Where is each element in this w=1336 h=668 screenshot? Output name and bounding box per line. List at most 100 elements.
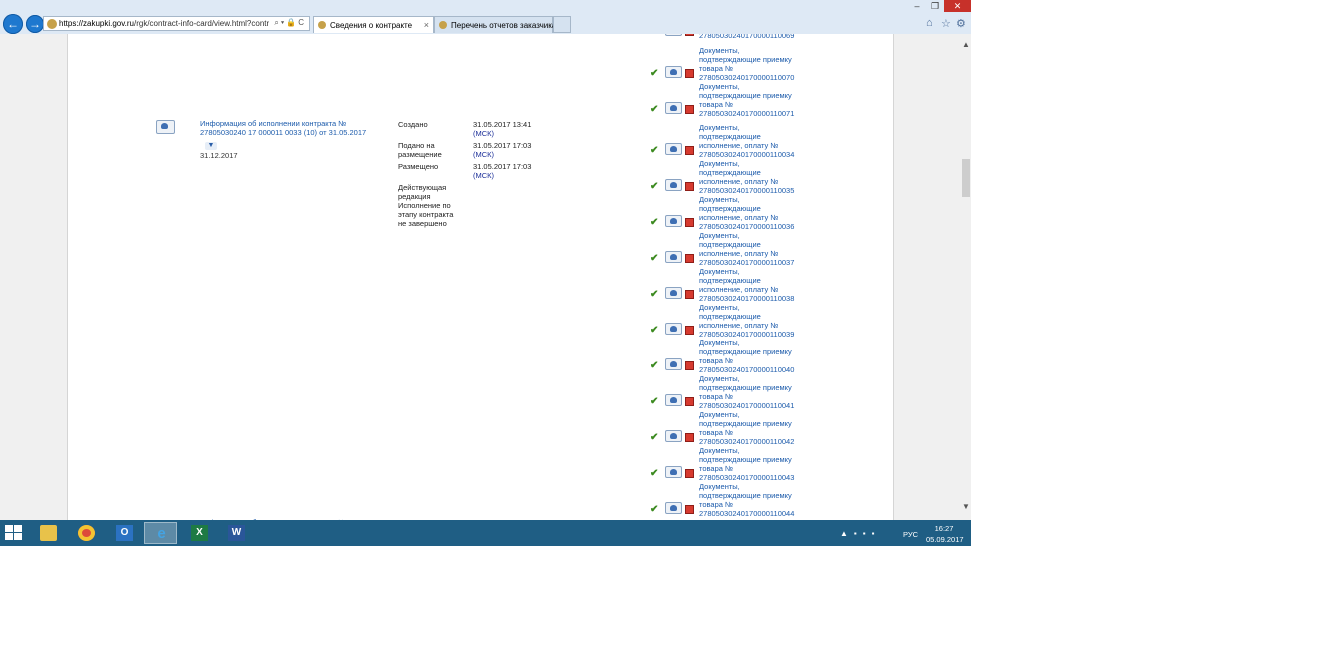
address-tools[interactable]: ⌕▾🔒C [274, 18, 306, 28]
document-view-icon[interactable] [665, 466, 682, 478]
pdf-file-icon[interactable] [685, 218, 694, 227]
pdf-file-icon[interactable] [685, 397, 694, 406]
tab-close-icon[interactable]: × [424, 20, 429, 30]
signed-check-icon: ✔ [650, 396, 659, 407]
pdf-file-icon[interactable] [685, 326, 694, 335]
document-link[interactable]: Документы, подтверждающие приемку товара… [699, 374, 799, 410]
submitted-label: Подано на размещение [398, 141, 442, 159]
signed-check-icon: ✔ [650, 289, 659, 300]
address-bar[interactable]: https://zakupki.gov.ru/rgk/contract-info… [43, 16, 310, 31]
taskbar-outlook-icon[interactable]: O [108, 522, 141, 544]
home-icon[interactable]: ⌂ [926, 17, 933, 29]
document-link[interactable]: 27805030240170000110069 [699, 34, 799, 40]
document-view-icon[interactable] [665, 179, 682, 191]
document-view-icon[interactable] [665, 215, 682, 227]
pdf-file-icon[interactable] [685, 505, 694, 514]
signed-check-icon: ✔ [650, 432, 659, 443]
pdf-file-icon[interactable] [685, 182, 694, 191]
pdf-file-icon[interactable] [685, 433, 694, 442]
document-link[interactable]: Документы, подтверждающие приемку товара… [699, 46, 799, 82]
site-favicon-icon [47, 19, 57, 29]
scroll-up-arrow-icon[interactable]: ▲ [961, 40, 971, 49]
pdf-file-icon[interactable] [685, 105, 694, 114]
taskbar-file-explorer-icon[interactable] [32, 522, 65, 544]
info-document-icon[interactable] [156, 120, 175, 134]
document-link[interactable]: Документы, подтверждающие исполнение, оп… [699, 231, 799, 267]
close-window-button[interactable]: ✕ [944, 0, 971, 12]
document-link[interactable]: Документы, подтверждающие исполнение, оп… [699, 159, 799, 195]
system-tray-icons[interactable]: ▲▪▪▪ [840, 529, 880, 538]
scroll-down-arrow-icon[interactable]: ▼ [961, 502, 971, 511]
tab-reports-list[interactable]: Перечень отчетов заказчика [434, 16, 556, 33]
start-windows-icon[interactable] [5, 525, 23, 541]
pdf-file-icon[interactable] [685, 69, 694, 78]
clock-date[interactable]: 05.09.2017 [926, 535, 964, 544]
signed-check-icon: ✔ [650, 34, 658, 37]
restore-button[interactable]: ❐ [926, 0, 944, 12]
end-date: 31.12.2017 [200, 151, 238, 160]
taskbar-internet-explorer-icon[interactable]: e [144, 522, 177, 544]
input-language[interactable]: РУС [903, 530, 918, 539]
minimize-button[interactable]: – [908, 0, 926, 12]
signed-check-icon: ✔ [650, 253, 659, 264]
favorites-star-icon[interactable]: ☆ [941, 17, 951, 30]
scroll-thumb[interactable] [962, 159, 970, 197]
pdf-file-icon[interactable] [685, 290, 694, 299]
document-view-icon[interactable] [665, 323, 682, 335]
tab-contract-info[interactable]: Сведения о контракте × [313, 16, 434, 33]
signed-check-icon: ✔ [650, 468, 659, 479]
signed-check-icon: ✔ [650, 217, 659, 228]
document-link[interactable]: Документы, подтверждающие исполнение, оп… [699, 303, 799, 339]
document-view-icon[interactable] [665, 34, 682, 36]
signed-check-icon: ✔ [650, 181, 659, 192]
signed-check-icon: ✔ [650, 68, 659, 79]
created-value: 31.05.2017 13:41 (МСК) [473, 120, 532, 138]
content-panel: Информация об исполнении контракта № 278… [67, 34, 894, 520]
taskbar-chrome-icon[interactable] [70, 522, 103, 544]
url-text[interactable]: https://zakupki.gov.ru/rgk/contract-info… [59, 19, 269, 28]
document-view-icon[interactable] [665, 66, 682, 78]
placed-value: 31.05.2017 17:03 (МСК) [473, 162, 532, 180]
back-button[interactable]: ← [3, 14, 23, 34]
document-view-icon[interactable] [665, 394, 682, 406]
document-view-icon[interactable] [665, 502, 682, 514]
document-view-icon[interactable] [665, 430, 682, 442]
gear-icon[interactable]: ⚙ [956, 17, 966, 30]
signed-check-icon: ✔ [650, 360, 659, 371]
document-link[interactable]: Документы, подтверждающие приемку товара… [699, 482, 799, 518]
expand-chevron-down-icon[interactable]: ▼ [205, 142, 217, 150]
vertical-scrollbar[interactable]: ▲ ▼ [961, 34, 971, 520]
taskbar-word-icon[interactable]: W [220, 522, 253, 544]
document-view-icon[interactable] [665, 287, 682, 299]
tab-favicon-icon [318, 21, 326, 29]
document-view-icon[interactable] [665, 251, 682, 263]
document-link[interactable]: Документы, подтверждающие исполнение, оп… [699, 123, 799, 159]
signed-check-icon: ✔ [650, 104, 659, 115]
signed-check-icon: ✔ [650, 325, 659, 336]
browser-chrome: ← → https://zakupki.gov.ru/rgk/contract-… [0, 0, 971, 35]
signed-check-icon: ✔ [650, 145, 659, 156]
document-view-icon[interactable] [665, 358, 682, 370]
page-viewport: Информация об исполнении контракта № 278… [0, 34, 961, 520]
document-view-icon[interactable] [665, 102, 682, 114]
tab-favicon-icon [439, 21, 447, 29]
pdf-file-icon[interactable] [685, 34, 694, 36]
created-label: Создано [398, 120, 428, 129]
contract-execution-link[interactable]: Информация об исполнении контракта № 278… [200, 119, 385, 137]
new-tab-button[interactable] [553, 16, 571, 33]
document-link[interactable]: Документы, подтверждающие исполнение, оп… [699, 195, 799, 231]
pdf-file-icon[interactable] [685, 469, 694, 478]
document-link[interactable]: Документы, подтверждающие приемку товара… [699, 82, 799, 118]
signed-check-icon: ✔ [650, 504, 659, 515]
document-link[interactable]: Документы, подтверждающие приемку товара… [699, 338, 799, 374]
pdf-file-icon[interactable] [685, 361, 694, 370]
pdf-file-icon[interactable] [685, 254, 694, 263]
forward-button[interactable]: → [26, 15, 44, 33]
document-view-icon[interactable] [665, 143, 682, 155]
document-link[interactable]: Документы, подтверждающие исполнение, оп… [699, 267, 799, 303]
taskbar-excel-icon[interactable]: X [183, 522, 216, 544]
document-link[interactable]: Документы, подтверждающие приемку товара… [699, 446, 799, 482]
clock-time[interactable]: 16:27 [926, 524, 962, 533]
document-link[interactable]: Документы, подтверждающие приемку товара… [699, 410, 799, 446]
pdf-file-icon[interactable] [685, 146, 694, 155]
